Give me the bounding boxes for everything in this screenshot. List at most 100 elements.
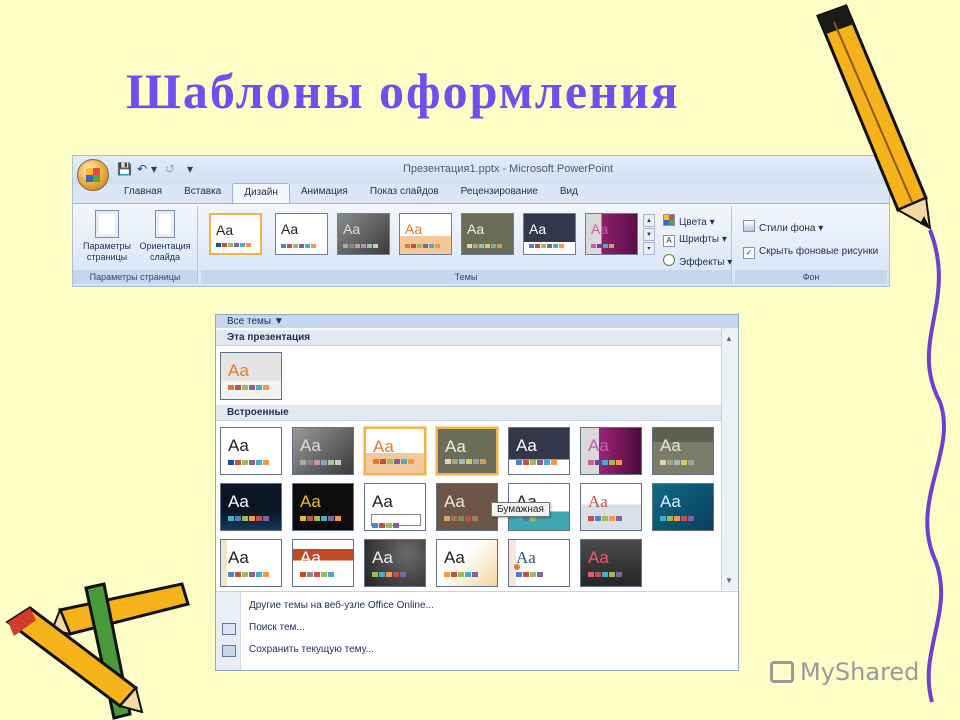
page-setup-button[interactable]: Параметры страницы xyxy=(77,210,137,263)
theme-swatches xyxy=(300,516,341,521)
theme-dark-rose[interactable]: Aa xyxy=(580,539,642,587)
page-setup-label: Параметры страницы xyxy=(83,241,131,262)
theme-office[interactable]: Aa xyxy=(220,427,282,475)
myshared-logo-icon xyxy=(770,661,794,683)
pin-dot xyxy=(514,564,520,570)
theme-current-presentation[interactable]: Aa xyxy=(220,352,282,400)
tab-animation[interactable]: Анимация xyxy=(290,183,359,203)
theme-swatches xyxy=(216,243,251,247)
expand-gallery-icon[interactable]: ▾ xyxy=(643,242,655,255)
theme-red-serif[interactable]: Aa xyxy=(580,483,642,531)
pencil-decoration-right xyxy=(816,4,946,703)
theme-swatches xyxy=(300,572,334,577)
theme-glyph: Aa xyxy=(588,492,608,511)
pencil-decoration-left xyxy=(5,582,190,720)
theme-khaki[interactable]: Aa xyxy=(652,427,714,475)
theme-glyph: Aa xyxy=(405,221,423,237)
customize-toolbar-icon[interactable]: ▾ xyxy=(187,162,193,176)
ribbon-tabs: Главная Вставка Дизайн Анимация Показ сл… xyxy=(113,183,589,203)
background-styles-icon xyxy=(743,220,755,232)
theme-olive[interactable]: Aa xyxy=(436,427,498,475)
colors-button[interactable]: Цвета ▾ xyxy=(663,214,715,228)
theme-charcoal[interactable]: Aa xyxy=(364,539,426,587)
fonts-icon: A xyxy=(663,235,675,247)
page-setup-icon xyxy=(95,210,119,238)
ribbon-theme-office[interactable]: Aa xyxy=(209,213,262,255)
theme-light-stripe[interactable]: Aa xyxy=(220,539,282,587)
ribbon-theme-gray[interactable]: Aa xyxy=(337,213,390,255)
slide-orientation-button[interactable]: Ориентация слайда xyxy=(135,210,195,263)
group-page-setup: Параметры страницы Ориентация слайда Пар… xyxy=(73,206,198,284)
theme-dark-blue[interactable]: Aa xyxy=(508,427,570,475)
tab-view[interactable]: Вид xyxy=(549,183,589,203)
myshared-watermark: MyShared xyxy=(770,658,919,686)
colors-icon xyxy=(663,214,675,226)
scroll-down-icon[interactable]: ▼ xyxy=(643,228,655,241)
theme-swatches xyxy=(516,572,543,577)
ribbon-theme-olive[interactable]: Aa xyxy=(461,213,514,255)
save-icon[interactable]: 💾 xyxy=(117,162,132,176)
theme-swatches xyxy=(588,516,622,521)
tab-insert[interactable]: Вставка xyxy=(173,183,232,203)
theme-black-gold[interactable]: Aa xyxy=(292,483,354,531)
tab-review[interactable]: Рецензирование xyxy=(450,183,549,203)
powerpoint-ribbon: 💾 ↶ ▾ ↺ ▾ Презентация1.pptx - Microsoft … xyxy=(72,155,890,287)
tab-home[interactable]: Главная xyxy=(113,183,173,203)
theme-swatches xyxy=(228,460,269,465)
more-themes-online-link[interactable]: Другие темы на веб-узле Office Online... xyxy=(249,600,434,611)
all-themes-label: Все темы xyxy=(227,316,272,327)
tab-slideshow[interactable]: Показ слайдов xyxy=(359,183,450,203)
theme-white-frame[interactable]: Aa xyxy=(364,483,426,531)
theme-swatches xyxy=(372,572,406,577)
theme-glyph: Aa xyxy=(372,492,393,511)
ribbon-theme-dark-blue[interactable]: Aa xyxy=(523,213,576,255)
theme-glyph: Aa xyxy=(343,221,361,237)
scroll-up-icon[interactable]: ▲ xyxy=(643,214,655,227)
ribbon-theme-orange[interactable]: Aa xyxy=(399,213,452,255)
theme-brown[interactable]: Aa xyxy=(436,483,498,531)
undo-icon[interactable]: ↶ xyxy=(137,162,147,176)
themes-gallery-scroller[interactable]: ▲ ▼ ▾ xyxy=(643,214,655,258)
browse-themes-icon xyxy=(222,623,236,635)
theme-red-band[interactable]: Aa xyxy=(292,539,354,587)
theme-swatches xyxy=(300,460,341,465)
theme-swatches xyxy=(373,459,414,464)
chevron-down-icon[interactable]: ▾ xyxy=(151,162,157,176)
theme-swatches xyxy=(372,523,399,528)
theme-tooltip: Бумажная xyxy=(491,502,550,517)
theme-glyph: Aa xyxy=(228,361,249,380)
theme-glyph: Aa xyxy=(373,437,394,456)
theme-night-blue[interactable]: Aa xyxy=(220,483,282,531)
theme-magenta[interactable]: Aa xyxy=(580,427,642,475)
section-builtin: Встроенные xyxy=(216,405,721,421)
theme-swatches xyxy=(228,516,269,521)
tab-design[interactable]: Дизайн xyxy=(232,183,290,203)
theme-swatches xyxy=(228,385,269,390)
theme-pin[interactable]: Aa xyxy=(508,539,570,587)
theme-gray-gradient[interactable]: Aa xyxy=(292,427,354,475)
quick-access-toolbar: 💾 ↶ ▾ ↺ ▾ Презентация1.pptx - Microsoft … xyxy=(73,156,889,191)
ribbon-theme-plain[interactable]: Aa xyxy=(275,213,328,255)
gallery-scrollbar[interactable]: ▲ ▼ xyxy=(721,328,738,590)
effects-label: Эффекты xyxy=(679,257,725,268)
fonts-button[interactable]: A Шрифты ▾ xyxy=(663,234,727,247)
theme-glyph: Aa xyxy=(588,548,609,567)
theme-beige[interactable]: Aa xyxy=(436,539,498,587)
scroll-up-icon[interactable]: ▲ xyxy=(725,334,733,343)
theme-glyph: Aa xyxy=(300,492,321,511)
theme-glyph: Aa xyxy=(216,222,234,238)
save-current-theme-link[interactable]: Сохранить текущую тему... xyxy=(249,644,374,655)
search-themes-link[interactable]: Поиск тем... xyxy=(249,622,305,633)
colors-label: Цвета xyxy=(679,217,707,228)
all-themes-header[interactable]: Все темы ▼ xyxy=(216,315,738,328)
ribbon-theme-magenta[interactable]: Aa xyxy=(585,213,638,255)
theme-orange-highlight[interactable]: Aa xyxy=(364,427,426,475)
redo-icon[interactable]: ↺ xyxy=(165,162,175,176)
section-this-presentation: Эта презентация xyxy=(216,330,721,346)
scroll-down-icon[interactable]: ▼ xyxy=(725,576,733,585)
theme-teal[interactable]: Aa xyxy=(652,483,714,531)
effects-button[interactable]: Эффекты ▾ xyxy=(663,254,732,268)
theme-glyph: Aa xyxy=(372,548,393,567)
office-button[interactable] xyxy=(77,159,109,191)
theme-swatches xyxy=(444,516,478,521)
